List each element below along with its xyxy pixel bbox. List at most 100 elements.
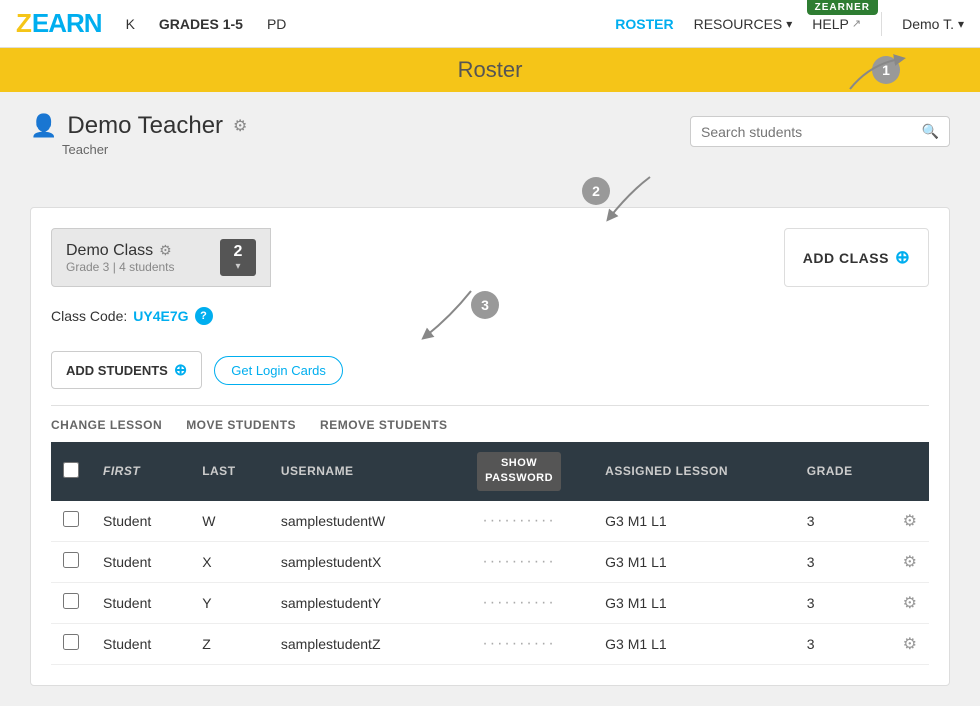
password-dots: ··········	[482, 635, 555, 652]
class-code-label: Class Code:	[51, 308, 127, 324]
remove-students-button[interactable]: REMOVE STUDENTS	[320, 418, 448, 432]
nav-roster[interactable]: ROSTER	[615, 16, 673, 32]
row-checkbox-cell	[51, 582, 91, 623]
change-lesson-button[interactable]: CHANGE LESSON	[51, 418, 162, 432]
student-grade: 3	[795, 623, 891, 664]
teacher-name-row: 👤 Demo Teacher ⚙	[30, 112, 247, 140]
nav-resources-label: RESOURCES	[694, 16, 783, 32]
student-last: X	[190, 541, 269, 582]
user-name: Demo T.	[902, 16, 954, 32]
nav-grades[interactable]: GRADES 1-5	[159, 16, 243, 32]
show-password-btn[interactable]: SHOWPASSWORD	[477, 452, 561, 491]
student-username: samplestudentX	[269, 541, 445, 582]
student-settings-cell: ⚙	[891, 623, 929, 664]
add-class-label: ADD CLASS	[803, 250, 889, 266]
class-tab-chevron-icon: ▾	[235, 261, 240, 272]
table-actions-row: CHANGE LESSON MOVE STUDENTS REMOVE STUDE…	[51, 418, 929, 432]
table-header-row: FIRST LAST USERNAME SHOWPASSWORD ASSIGNE…	[51, 442, 929, 501]
teacher-settings-icon[interactable]: ⚙	[233, 116, 247, 136]
student-settings-icon[interactable]: ⚙	[903, 636, 917, 653]
logo-earn: EARN	[32, 8, 102, 39]
student-username: samplestudentW	[269, 501, 445, 542]
password-dots: ··········	[482, 553, 555, 570]
search-icon: 🔍	[922, 123, 939, 140]
table-row: Student Y samplestudentY ·········· G3 M…	[51, 582, 929, 623]
external-link-icon: ↗	[852, 17, 861, 30]
row-checkbox[interactable]	[63, 511, 79, 527]
password-dots: ··········	[482, 512, 555, 529]
table-header-grade: GRADE	[795, 442, 891, 501]
student-settings-icon[interactable]: ⚙	[903, 554, 917, 571]
row-checkbox-cell	[51, 501, 91, 542]
banner-title: Roster	[458, 57, 523, 83]
student-first: Student	[91, 501, 190, 542]
nav-help[interactable]: HELP ↗	[812, 16, 861, 32]
row-checkbox[interactable]	[63, 552, 79, 568]
get-login-cards-button[interactable]: Get Login Cards	[214, 356, 343, 385]
student-password: ··········	[445, 623, 593, 664]
class-tabs-row: Demo Class ⚙ Grade 3 | 4 students 2 ▾ AD…	[51, 228, 929, 287]
class-tab-sub: Grade 3 | 4 students	[66, 260, 212, 274]
help-icon[interactable]: ?	[195, 307, 213, 325]
logo[interactable]: Z EARN	[16, 8, 102, 39]
main-content: 👤 Demo Teacher ⚙ Teacher 🔍 2 Demo Class	[0, 92, 980, 706]
nav-resources[interactable]: RESOURCES ▾	[694, 16, 793, 32]
row-checkbox-cell	[51, 623, 91, 664]
student-password: ··········	[445, 541, 593, 582]
nav-k[interactable]: K	[126, 16, 135, 32]
add-class-button[interactable]: ADD CLASS ⊕	[784, 228, 929, 287]
class-code-row: Class Code: UY4E7G ?	[51, 307, 929, 325]
table-header-first: FIRST	[91, 442, 190, 501]
student-lesson: G3 M1 L1	[593, 582, 795, 623]
student-last: W	[190, 501, 269, 542]
user-menu[interactable]: Demo T. ▾	[902, 16, 964, 32]
annotation-arrow-1	[840, 54, 920, 94]
student-username: samplestudentZ	[269, 623, 445, 664]
select-all-checkbox[interactable]	[63, 462, 79, 478]
logo-z: Z	[16, 8, 32, 39]
student-password: ··········	[445, 501, 593, 542]
student-username: samplestudentY	[269, 582, 445, 623]
search-box[interactable]: 🔍	[690, 116, 950, 147]
student-first: Student	[91, 582, 190, 623]
table-header-last: LAST	[190, 442, 269, 501]
row-checkbox[interactable]	[63, 634, 79, 650]
get-login-cards-label: Get Login Cards	[231, 363, 326, 378]
table-row: Student Z samplestudentZ ·········· G3 M…	[51, 623, 929, 664]
student-settings-icon[interactable]: ⚙	[903, 595, 917, 612]
class-tab-count-box: 2 ▾	[220, 239, 256, 276]
nav-right: ROSTER RESOURCES ▾ HELP ↗ Demo T. ▾	[615, 12, 964, 36]
student-table-body: Student W samplestudentW ·········· G3 M…	[51, 501, 929, 665]
add-students-plus-icon: ⊕	[174, 360, 187, 380]
zeaner-badge: ZEARNER	[807, 0, 878, 15]
row-checkbox[interactable]	[63, 593, 79, 609]
annotation-3-area: 3	[51, 341, 929, 351]
divider	[51, 405, 929, 406]
table-header-actions	[891, 442, 929, 501]
student-grade: 3	[795, 582, 891, 623]
table-row: Student W samplestudentW ·········· G3 M…	[51, 501, 929, 542]
add-students-button[interactable]: ADD STUDENTS ⊕	[51, 351, 202, 389]
class-tab-info: Demo Class ⚙ Grade 3 | 4 students	[66, 242, 212, 274]
nav-help-label: HELP	[812, 16, 849, 32]
class-tab-name: Demo Class ⚙	[66, 242, 212, 260]
search-input[interactable]	[701, 124, 922, 140]
table-header-username: USERNAME	[269, 442, 445, 501]
password-dots: ··········	[482, 594, 555, 611]
table-header-show-password: SHOWPASSWORD	[445, 442, 593, 501]
student-lesson: G3 M1 L1	[593, 501, 795, 542]
student-settings-cell: ⚙	[891, 501, 929, 542]
student-password: ··········	[445, 582, 593, 623]
annotation-2: 2	[582, 177, 610, 205]
move-students-button[interactable]: MOVE STUDENTS	[186, 418, 296, 432]
nav-pd[interactable]: PD	[267, 16, 286, 32]
student-table: FIRST LAST USERNAME SHOWPASSWORD ASSIGNE…	[51, 442, 929, 665]
class-settings-icon[interactable]: ⚙	[159, 242, 172, 259]
student-settings-icon[interactable]: ⚙	[903, 513, 917, 530]
class-tab[interactable]: Demo Class ⚙ Grade 3 | 4 students 2 ▾	[51, 228, 271, 287]
student-settings-cell: ⚙	[891, 541, 929, 582]
add-class-plus-icon: ⊕	[895, 247, 910, 268]
nav-divider	[881, 12, 882, 36]
student-last: Y	[190, 582, 269, 623]
resources-chevron-icon: ▾	[786, 17, 792, 31]
